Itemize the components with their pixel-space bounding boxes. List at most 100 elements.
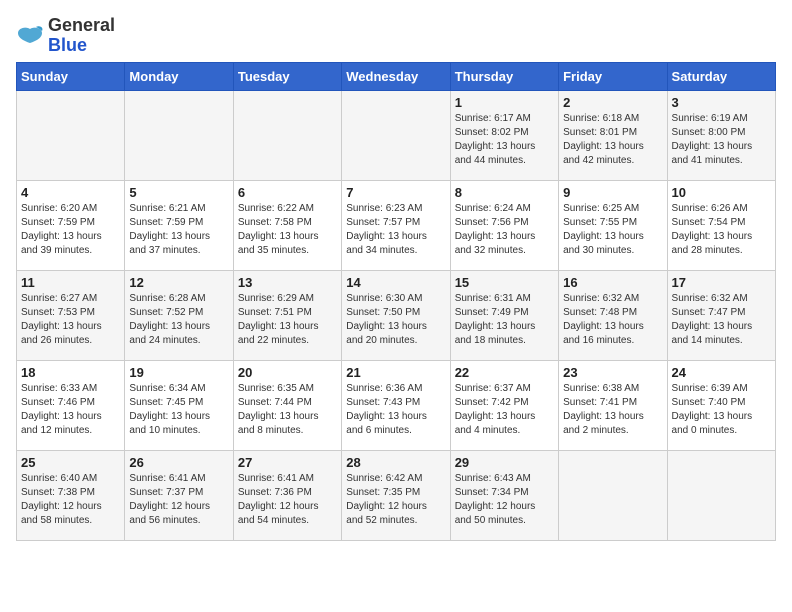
day-info: Sunrise: 6:26 AM Sunset: 7:54 PM Dayligh…: [672, 202, 771, 258]
day-info: Sunrise: 6:38 AM Sunset: 7:41 PM Dayligh…: [563, 382, 662, 438]
day-number: 20: [238, 365, 337, 380]
day-info: Sunrise: 6:40 AM Sunset: 7:38 PM Dayligh…: [21, 472, 120, 528]
col-header-wednesday: Wednesday: [342, 62, 450, 90]
calendar-cell: 17 Sunrise: 6:32 AM Sunset: 7:47 PM Dayli…: [667, 270, 775, 360]
day-number: 5: [129, 185, 228, 200]
page-header: General Blue: [16, 16, 776, 56]
calendar-table: SundayMondayTuesdayWednesdayThursdayFrid…: [16, 62, 776, 541]
calendar-cell: 28 Sunrise: 6:42 AM Sunset: 7:35 PM Dayli…: [342, 450, 450, 540]
calendar-cell: [125, 90, 233, 180]
col-header-saturday: Saturday: [667, 62, 775, 90]
day-number: 19: [129, 365, 228, 380]
day-number: 10: [672, 185, 771, 200]
calendar-cell: 21 Sunrise: 6:36 AM Sunset: 7:43 PM Dayli…: [342, 360, 450, 450]
day-info: Sunrise: 6:21 AM Sunset: 7:59 PM Dayligh…: [129, 202, 228, 258]
day-number: 16: [563, 275, 662, 290]
calendar-cell: 10 Sunrise: 6:26 AM Sunset: 7:54 PM Dayli…: [667, 180, 775, 270]
calendar-cell: 18 Sunrise: 6:33 AM Sunset: 7:46 PM Dayli…: [17, 360, 125, 450]
day-info: Sunrise: 6:42 AM Sunset: 7:35 PM Dayligh…: [346, 472, 445, 528]
calendar-cell: [342, 90, 450, 180]
calendar-cell: 8 Sunrise: 6:24 AM Sunset: 7:56 PM Daylig…: [450, 180, 558, 270]
logo: General Blue: [16, 16, 115, 56]
day-number: 8: [455, 185, 554, 200]
day-number: 14: [346, 275, 445, 290]
day-info: Sunrise: 6:43 AM Sunset: 7:34 PM Dayligh…: [455, 472, 554, 528]
calendar-week-row: 25 Sunrise: 6:40 AM Sunset: 7:38 PM Dayli…: [17, 450, 776, 540]
day-info: Sunrise: 6:37 AM Sunset: 7:42 PM Dayligh…: [455, 382, 554, 438]
calendar-cell: 16 Sunrise: 6:32 AM Sunset: 7:48 PM Dayli…: [559, 270, 667, 360]
col-header-sunday: Sunday: [17, 62, 125, 90]
day-info: Sunrise: 6:30 AM Sunset: 7:50 PM Dayligh…: [346, 292, 445, 348]
calendar-cell: 6Sunrise: 6:22 AM Sunset: 7:58 PM Daylig…: [233, 180, 341, 270]
day-number: 21: [346, 365, 445, 380]
calendar-cell: 26Sunrise: 6:41 AM Sunset: 7:37 PM Dayli…: [125, 450, 233, 540]
day-number: 11: [21, 275, 120, 290]
day-info: Sunrise: 6:39 AM Sunset: 7:40 PM Dayligh…: [672, 382, 771, 438]
day-info: Sunrise: 6:41 AM Sunset: 7:36 PM Dayligh…: [238, 472, 337, 528]
calendar-header: SundayMondayTuesdayWednesdayThursdayFrid…: [17, 62, 776, 90]
day-info: Sunrise: 6:32 AM Sunset: 7:47 PM Dayligh…: [672, 292, 771, 348]
calendar-cell: 11 Sunrise: 6:27 AM Sunset: 7:53 PM Dayli…: [17, 270, 125, 360]
day-number: 23: [563, 365, 662, 380]
day-info: Sunrise: 6:17 AM Sunset: 8:02 PM Dayligh…: [455, 112, 554, 168]
calendar-cell: [559, 450, 667, 540]
logo-bird-icon: [16, 25, 44, 47]
day-info: Sunrise: 6:41 AM Sunset: 7:37 PM Dayligh…: [129, 472, 228, 528]
col-header-friday: Friday: [559, 62, 667, 90]
calendar-cell: 22Sunrise: 6:37 AM Sunset: 7:42 PM Dayli…: [450, 360, 558, 450]
day-number: 6: [238, 185, 337, 200]
col-header-monday: Monday: [125, 62, 233, 90]
col-header-thursday: Thursday: [450, 62, 558, 90]
day-number: 12: [129, 275, 228, 290]
calendar-cell: 4 Sunrise: 6:20 AM Sunset: 7:59 PM Daylig…: [17, 180, 125, 270]
day-number: 18: [21, 365, 120, 380]
day-number: 15: [455, 275, 554, 290]
day-number: 9: [563, 185, 662, 200]
logo-blue: Blue: [48, 35, 87, 55]
calendar-cell: 23 Sunrise: 6:38 AM Sunset: 7:41 PM Dayli…: [559, 360, 667, 450]
day-info: Sunrise: 6:18 AM Sunset: 8:01 PM Dayligh…: [563, 112, 662, 168]
day-info: Sunrise: 6:19 AM Sunset: 8:00 PM Dayligh…: [672, 112, 771, 168]
calendar-cell: 7 Sunrise: 6:23 AM Sunset: 7:57 PM Daylig…: [342, 180, 450, 270]
day-number: 29: [455, 455, 554, 470]
day-info: Sunrise: 6:20 AM Sunset: 7:59 PM Dayligh…: [21, 202, 120, 258]
calendar-week-row: 1 Sunrise: 6:17 AM Sunset: 8:02 PM Daylig…: [17, 90, 776, 180]
logo-general: General: [48, 15, 115, 35]
day-info: Sunrise: 6:33 AM Sunset: 7:46 PM Dayligh…: [21, 382, 120, 438]
calendar-cell: 5 Sunrise: 6:21 AM Sunset: 7:59 PM Daylig…: [125, 180, 233, 270]
day-number: 25: [21, 455, 120, 470]
calendar-week-row: 18 Sunrise: 6:33 AM Sunset: 7:46 PM Dayli…: [17, 360, 776, 450]
day-number: 24: [672, 365, 771, 380]
calendar-cell: 14 Sunrise: 6:30 AM Sunset: 7:50 PM Dayli…: [342, 270, 450, 360]
calendar-cell: 13 Sunrise: 6:29 AM Sunset: 7:51 PM Dayli…: [233, 270, 341, 360]
day-number: 4: [21, 185, 120, 200]
day-number: 28: [346, 455, 445, 470]
col-header-tuesday: Tuesday: [233, 62, 341, 90]
calendar-cell: 29 Sunrise: 6:43 AM Sunset: 7:34 PM Dayli…: [450, 450, 558, 540]
calendar-cell: 2 Sunrise: 6:18 AM Sunset: 8:01 PM Daylig…: [559, 90, 667, 180]
calendar-cell: 1 Sunrise: 6:17 AM Sunset: 8:02 PM Daylig…: [450, 90, 558, 180]
day-number: 17: [672, 275, 771, 290]
calendar-cell: [233, 90, 341, 180]
day-number: 27: [238, 455, 337, 470]
calendar-cell: 9Sunrise: 6:25 AM Sunset: 7:55 PM Daylig…: [559, 180, 667, 270]
day-info: Sunrise: 6:32 AM Sunset: 7:48 PM Dayligh…: [563, 292, 662, 348]
day-info: Sunrise: 6:35 AM Sunset: 7:44 PM Dayligh…: [238, 382, 337, 438]
calendar-week-row: 11 Sunrise: 6:27 AM Sunset: 7:53 PM Dayli…: [17, 270, 776, 360]
calendar-cell: 15Sunrise: 6:31 AM Sunset: 7:49 PM Dayli…: [450, 270, 558, 360]
calendar-cell: 25 Sunrise: 6:40 AM Sunset: 7:38 PM Dayli…: [17, 450, 125, 540]
day-number: 7: [346, 185, 445, 200]
day-info: Sunrise: 6:24 AM Sunset: 7:56 PM Dayligh…: [455, 202, 554, 258]
day-info: Sunrise: 6:27 AM Sunset: 7:53 PM Dayligh…: [21, 292, 120, 348]
logo-text: General Blue: [48, 16, 115, 56]
day-number: 2: [563, 95, 662, 110]
calendar-cell: 24 Sunrise: 6:39 AM Sunset: 7:40 PM Dayli…: [667, 360, 775, 450]
day-number: 13: [238, 275, 337, 290]
day-number: 1: [455, 95, 554, 110]
day-info: Sunrise: 6:29 AM Sunset: 7:51 PM Dayligh…: [238, 292, 337, 348]
day-info: Sunrise: 6:23 AM Sunset: 7:57 PM Dayligh…: [346, 202, 445, 258]
day-number: 3: [672, 95, 771, 110]
calendar-cell: 19Sunrise: 6:34 AM Sunset: 7:45 PM Dayli…: [125, 360, 233, 450]
calendar-cell: 20 Sunrise: 6:35 AM Sunset: 7:44 PM Dayli…: [233, 360, 341, 450]
day-info: Sunrise: 6:36 AM Sunset: 7:43 PM Dayligh…: [346, 382, 445, 438]
